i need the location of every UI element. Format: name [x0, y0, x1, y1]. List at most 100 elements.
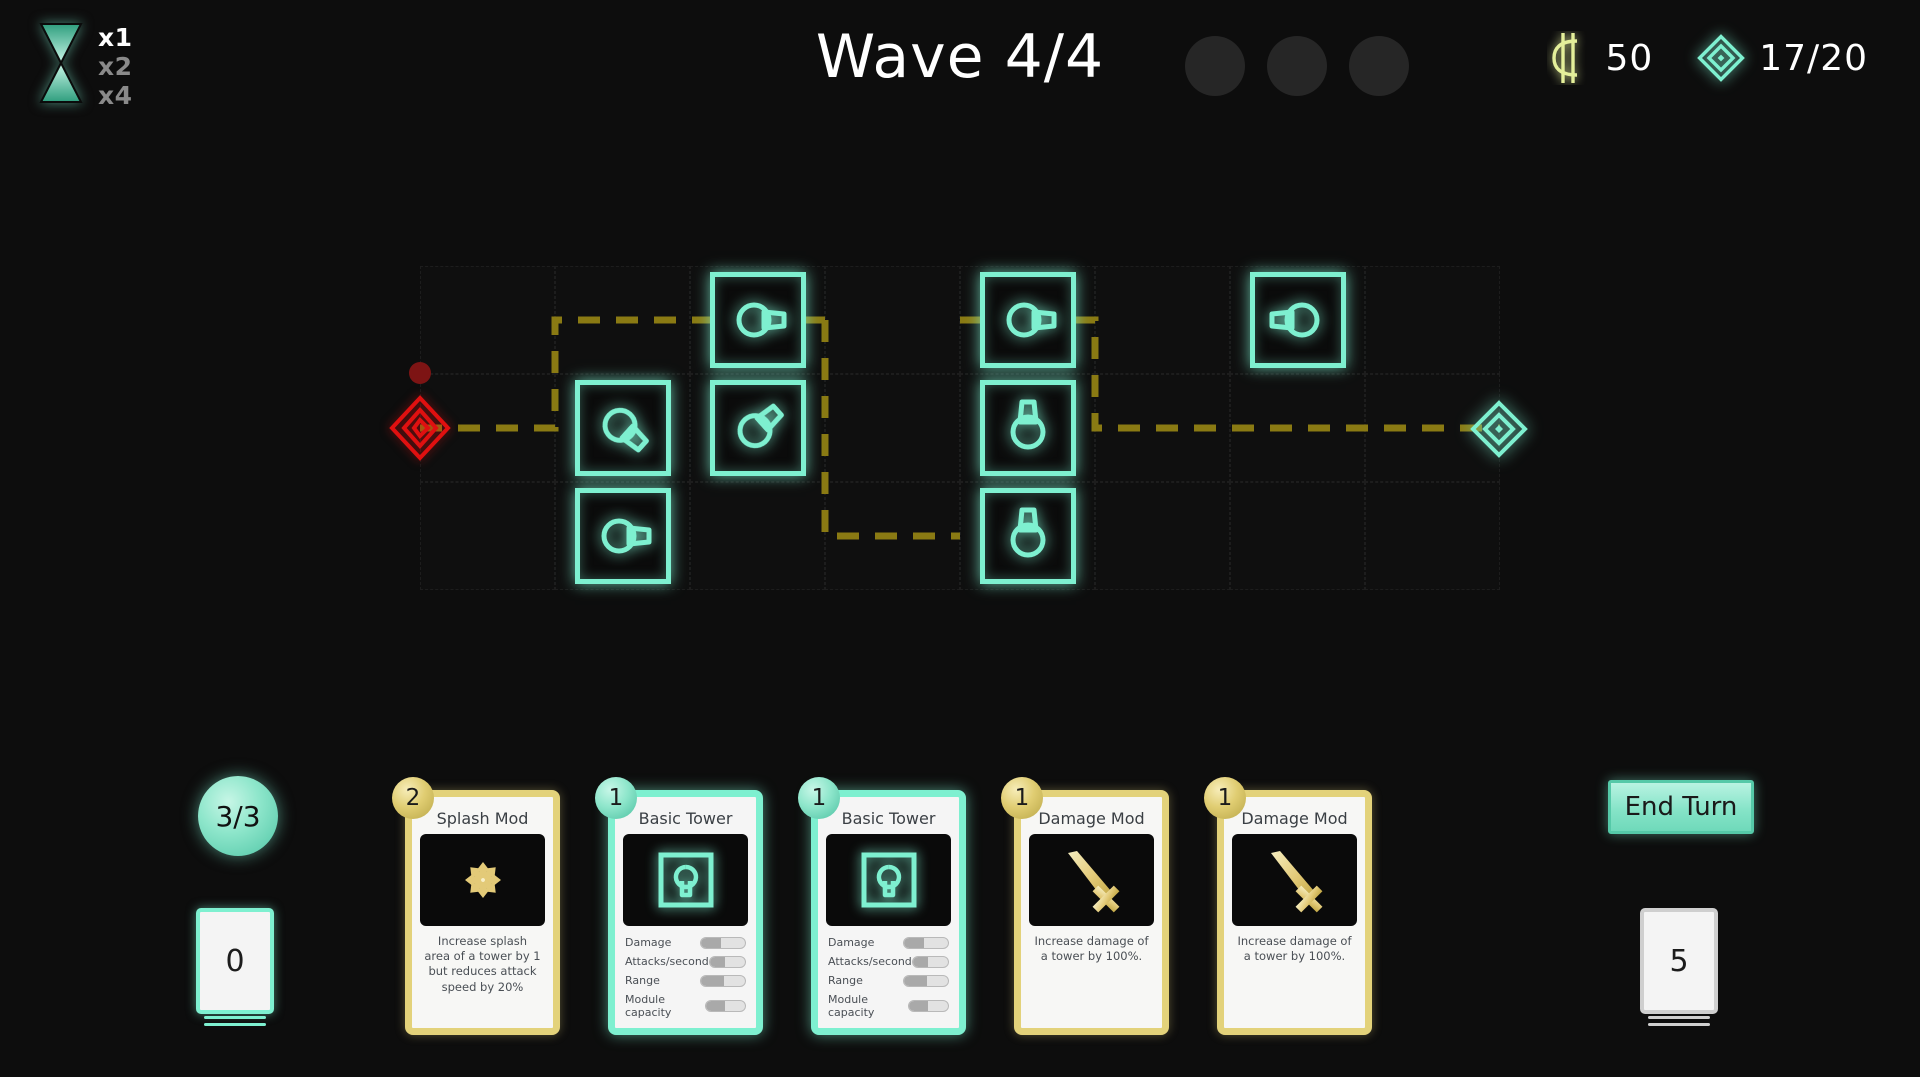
card-stat-row: Damage: [625, 936, 746, 949]
card-stat-row: Module capacity: [625, 993, 746, 1019]
card-stat-row: Module capacity: [828, 993, 949, 1019]
currency-readout: 50: [1543, 30, 1653, 86]
hand-card[interactable]: 1 Damage Mod Increase damage of a tower by…: [1001, 777, 1169, 1035]
card-title: Splash Mod: [436, 809, 529, 828]
core-diamond-icon: [1697, 30, 1746, 86]
board-cell[interactable]: [420, 266, 555, 374]
hand-card[interactable]: 2 Splash Mod Increase splash area of a tow…: [392, 777, 560, 1035]
board-cell[interactable]: [1365, 266, 1500, 374]
end-turn-button[interactable]: End Turn: [1608, 780, 1754, 834]
card-title: Damage Mod: [1241, 809, 1348, 828]
sword-icon: [1232, 834, 1357, 926]
hourglass-icon: [38, 22, 84, 104]
card-cost-badge: 1: [595, 777, 637, 819]
enemy-unit: [409, 362, 431, 384]
discard-pile[interactable]: 5: [1640, 908, 1718, 1026]
sword-icon: [1029, 834, 1154, 926]
speed-control[interactable]: x1 x2 x4: [38, 22, 133, 112]
board-cell[interactable]: [1230, 482, 1365, 590]
game-screen: x1 x2 x4 Wave 4/4 50 17/20 3/3 0 5 End T…: [0, 0, 1920, 1077]
card-description: Increase damage of a tower by 100%.: [1237, 934, 1352, 964]
basic-tower[interactable]: [979, 488, 1076, 584]
wave-progress-dots: [1185, 36, 1409, 96]
card-stat-row: Range: [828, 974, 949, 987]
enemy-spawn-point: [388, 394, 452, 466]
card-stat-list: Damage Attacks/second Range Module capacity: [623, 926, 748, 1019]
basic-tower[interactable]: [574, 488, 671, 584]
speed-option-x2[interactable]: x2: [98, 54, 133, 79]
end-turn-label: End Turn: [1624, 792, 1738, 822]
resource-readouts: 50 17/20: [1543, 30, 1868, 86]
basic-tower[interactable]: [979, 272, 1076, 368]
pile-stack-edge: [1648, 1023, 1710, 1026]
card-title: Basic Tower: [841, 809, 936, 828]
card-stat-list: Damage Attacks/second Range Module capacity: [826, 926, 951, 1019]
board-cell[interactable]: [420, 482, 555, 590]
card-stat-label: Attacks/second: [625, 955, 709, 968]
board-cell[interactable]: [1230, 374, 1365, 482]
card-stat-bar: [700, 936, 746, 949]
speed-option-x1[interactable]: x1: [98, 25, 133, 50]
top-hud-bar: x1 x2 x4 Wave 4/4 50 17/20: [0, 0, 1920, 120]
draw-pile[interactable]: 0: [196, 908, 274, 1026]
card-description: Increase splash area of a tower by 1 but…: [424, 934, 541, 994]
discard-pile-count: 5: [1669, 943, 1689, 979]
card-cost-badge: 1: [1001, 777, 1043, 819]
card-title: Basic Tower: [638, 809, 733, 828]
hand-card[interactable]: 1 Damage Mod Increase damage of a tower by…: [1204, 777, 1372, 1035]
lives-value: 17/20: [1759, 37, 1868, 79]
card-stat-label: Range: [828, 974, 863, 987]
pile-stack-edge: [1648, 1016, 1710, 1019]
tower-keyhole-icon: [623, 834, 748, 926]
board-cell[interactable]: [825, 482, 960, 590]
card-stat-label: Module capacity: [828, 993, 875, 1019]
board-cell[interactable]: [555, 266, 690, 374]
tower-keyhole-icon: [826, 834, 951, 926]
core-goal: [1470, 400, 1528, 462]
pile-stack-edge: [204, 1023, 266, 1026]
board-cell[interactable]: [1095, 482, 1230, 590]
card-description: Increase damage of a tower by 100%.: [1034, 934, 1149, 964]
wave-dot: [1185, 36, 1245, 96]
splash-arrows-icon: [420, 834, 545, 926]
basic-tower[interactable]: [1249, 272, 1346, 368]
draw-pile-count: 0: [225, 943, 245, 979]
currency-value: 50: [1605, 37, 1654, 79]
basic-tower[interactable]: [979, 380, 1076, 476]
board-cell[interactable]: [825, 374, 960, 482]
card-stat-row: Attacks/second: [625, 955, 746, 968]
pile-stack-edge: [204, 1016, 266, 1019]
card-stat-bar: [907, 1000, 949, 1012]
card-hand[interactable]: 2 Splash Mod Increase splash area of a tow…: [392, 777, 1372, 1050]
card-stat-bar: [708, 955, 746, 968]
hand-card[interactable]: 1 Basic Tower Damage Attacks/second Range Mod…: [798, 777, 966, 1035]
speed-option-x4[interactable]: x4: [98, 83, 133, 108]
card-stat-label: Range: [625, 974, 660, 987]
board-cell[interactable]: [690, 482, 825, 590]
card-stat-bar: [911, 955, 949, 968]
card-stat-row: Range: [625, 974, 746, 987]
lives-readout: 17/20: [1697, 30, 1868, 86]
board-cell[interactable]: [1095, 374, 1230, 482]
wave-dot: [1349, 36, 1409, 96]
board-cell[interactable]: [1365, 482, 1500, 590]
hand-card[interactable]: 1 Basic Tower Damage Attacks/second Range Mod…: [595, 777, 763, 1035]
basic-tower[interactable]: [574, 380, 671, 476]
card-stat-label: Damage: [828, 936, 875, 949]
board-cell[interactable]: [825, 266, 960, 374]
card-stat-bar: [903, 936, 949, 949]
card-stat-row: Damage: [828, 936, 949, 949]
card-title: Damage Mod: [1038, 809, 1145, 828]
wave-dot: [1267, 36, 1327, 96]
card-cost-badge: 1: [1204, 777, 1246, 819]
card-stat-bar: [704, 1000, 746, 1012]
card-stat-label: Damage: [625, 936, 672, 949]
basic-tower[interactable]: [709, 272, 806, 368]
wave-title-text: Wave 4/4: [815, 22, 1105, 92]
cedi-coin-icon: [1543, 30, 1591, 86]
game-board[interactable]: [389, 266, 1528, 590]
card-stat-bar: [903, 974, 949, 987]
board-cell[interactable]: [1095, 266, 1230, 374]
speed-options[interactable]: x1 x2 x4: [98, 22, 133, 112]
basic-tower[interactable]: [709, 380, 806, 476]
